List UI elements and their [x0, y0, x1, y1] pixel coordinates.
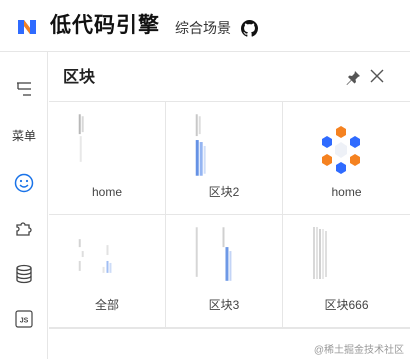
block-card[interactable]: 区块666 — [283, 215, 410, 328]
block-label: home — [331, 185, 362, 199]
block-preview-image — [313, 227, 327, 279]
sidebar-item-menu[interactable]: 菜单 — [0, 119, 48, 151]
block-label: 全部 — [94, 298, 119, 312]
github-icon[interactable] — [241, 20, 258, 37]
block-label: 区块2 — [208, 185, 240, 199]
left-sidebar: 菜单 JS — [0, 52, 48, 359]
panel-header: 区块 — [49, 52, 410, 102]
divider — [49, 328, 410, 329]
block-preview-image — [78, 114, 84, 162]
svg-text:JS: JS — [20, 318, 29, 325]
block-card[interactable]: home — [283, 102, 410, 215]
block-preview-image — [195, 114, 206, 176]
block-card[interactable]: home — [49, 102, 166, 215]
lowcode-logo-icon[interactable] — [16, 16, 38, 38]
block-card[interactable]: 区块2 — [166, 102, 283, 215]
hexagon-logo-icon — [322, 126, 360, 174]
outline-tree-icon — [17, 82, 31, 96]
sidebar-item-outline[interactable] — [0, 73, 48, 105]
database-icon — [16, 264, 32, 284]
sidebar-item-code[interactable]: JS — [0, 303, 48, 335]
block-card[interactable]: 区块3 — [166, 215, 283, 328]
block-grid: home 区块2 home 全部 区块3 区块666 — [49, 102, 410, 329]
smile-icon — [14, 173, 34, 193]
block-label: 区块3 — [208, 298, 240, 312]
panel-title: 区块 — [63, 69, 96, 86]
block-label: home — [91, 185, 123, 199]
close-icon[interactable] — [369, 68, 385, 84]
block-preview-image — [78, 239, 112, 273]
sidebar-item-blocks[interactable] — [0, 167, 48, 199]
watermark: @稀土掘金技术社区 — [313, 345, 404, 356]
blocks-panel: 区块 home 区块2 home 全部 区块3 区块666 — [49, 52, 410, 359]
scene-link[interactable]: 综合场景 — [175, 19, 231, 37]
block-card[interactable]: 全部 — [49, 215, 166, 328]
block-preview-image — [195, 227, 232, 281]
app-title: 低代码引擎 — [50, 14, 160, 37]
sidebar-item-label: 菜单 — [11, 128, 36, 143]
js-icon: JS — [15, 310, 33, 328]
sidebar-item-components[interactable] — [0, 212, 48, 244]
puzzle-icon — [16, 222, 32, 236]
top-bar: 低代码引擎 综合场景 — [0, 0, 410, 52]
block-label: 区块666 — [324, 298, 369, 312]
pin-icon[interactable] — [345, 69, 361, 85]
sidebar-item-datasource[interactable] — [0, 258, 48, 290]
